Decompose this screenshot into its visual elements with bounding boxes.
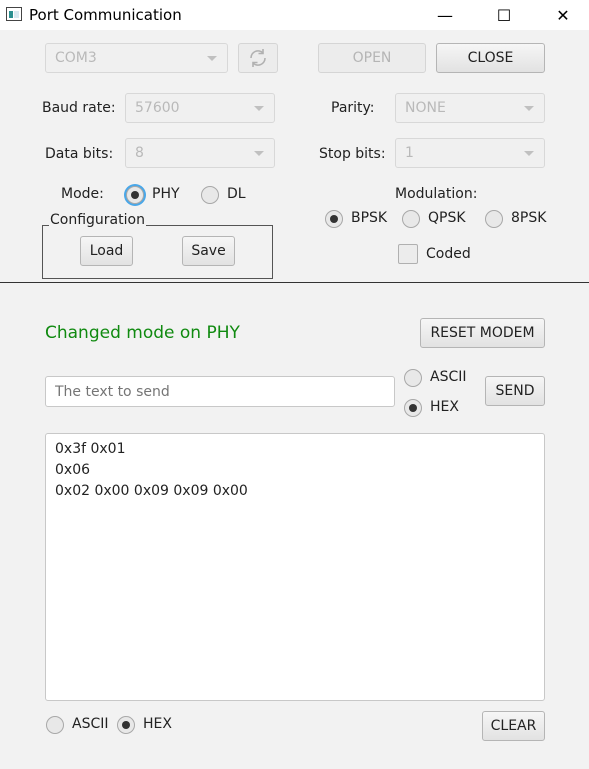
section-divider [0,282,589,283]
chevron-down-icon [524,151,534,156]
modulation-label: Modulation: [395,186,478,202]
mode-phy-label: PHY [152,186,180,202]
coded-checkbox[interactable] [398,244,418,264]
parity-select[interactable]: NONE [395,93,545,123]
output-ascii-radio[interactable] [46,716,64,734]
modulation-bpsk-radio[interactable] [325,210,343,228]
app-icon [6,7,22,21]
reset-modem-button[interactable]: RESET MODEM [420,318,545,348]
output-ascii-label: ASCII [72,716,109,732]
baud-rate-label: Baud rate: [42,100,116,116]
status-message: Changed mode on PHY [45,323,240,343]
refresh-icon [250,49,266,67]
send-ascii-label: ASCII [430,369,467,385]
load-button[interactable]: Load [80,236,133,266]
coded-label: Coded [426,246,471,262]
maximize-button[interactable]: ☐ [481,0,527,30]
port-select[interactable]: COM3 [45,43,228,73]
mode-phy-radio[interactable] [126,186,144,204]
output-hex-label: HEX [143,716,172,732]
configuration-title: Configuration [49,212,146,228]
send-hex-radio[interactable] [404,399,422,417]
send-hex-label: HEX [430,399,459,415]
stop-bits-value: 1 [405,145,414,161]
clear-button[interactable]: CLEAR [482,711,545,741]
output-line: 0x3f 0x01 [55,441,126,457]
baud-rate-select[interactable]: 57600 [125,93,275,123]
save-button[interactable]: Save [182,236,235,266]
output-hex-radio[interactable] [117,716,135,734]
configuration-group [42,225,273,279]
parity-value: NONE [405,100,446,116]
window-title: Port Communication [29,6,182,24]
minimize-button[interactable]: — [422,0,468,30]
modulation-qpsk-label: QPSK [428,210,466,226]
send-ascii-radio[interactable] [404,369,422,387]
chevron-down-icon [524,106,534,111]
refresh-button[interactable] [238,43,278,73]
output-line: 0x06 [55,462,91,478]
close-window-button[interactable]: ✕ [540,0,586,30]
port-select-value: COM3 [55,50,97,66]
modulation-qpsk-radio[interactable] [402,210,420,228]
received-output-area[interactable]: 0x3f 0x01 0x06 0x02 0x00 0x09 0x09 0x00 [45,433,545,701]
data-bits-value: 8 [135,145,144,161]
chevron-down-icon [254,106,264,111]
baud-rate-value: 57600 [135,100,180,116]
data-bits-select[interactable]: 8 [125,138,275,168]
output-line: 0x02 0x00 0x09 0x09 0x00 [55,483,248,499]
send-text-input[interactable] [45,376,395,407]
mode-dl-label: DL [227,186,246,202]
open-button[interactable]: OPEN [318,43,426,73]
parity-label: Parity: [331,100,375,116]
modulation-8psk-label: 8PSK [511,210,547,226]
mode-label: Mode: [61,186,104,202]
stop-bits-select[interactable]: 1 [395,138,545,168]
chevron-down-icon [254,151,264,156]
stop-bits-label: Stop bits: [319,146,386,162]
chevron-down-icon [207,56,217,61]
data-bits-label: Data bits: [45,146,114,162]
mode-dl-radio[interactable] [201,186,219,204]
modulation-bpsk-label: BPSK [351,210,388,226]
send-button[interactable]: SEND [485,376,545,406]
modulation-8psk-radio[interactable] [485,210,503,228]
close-port-button[interactable]: CLOSE [436,43,545,73]
